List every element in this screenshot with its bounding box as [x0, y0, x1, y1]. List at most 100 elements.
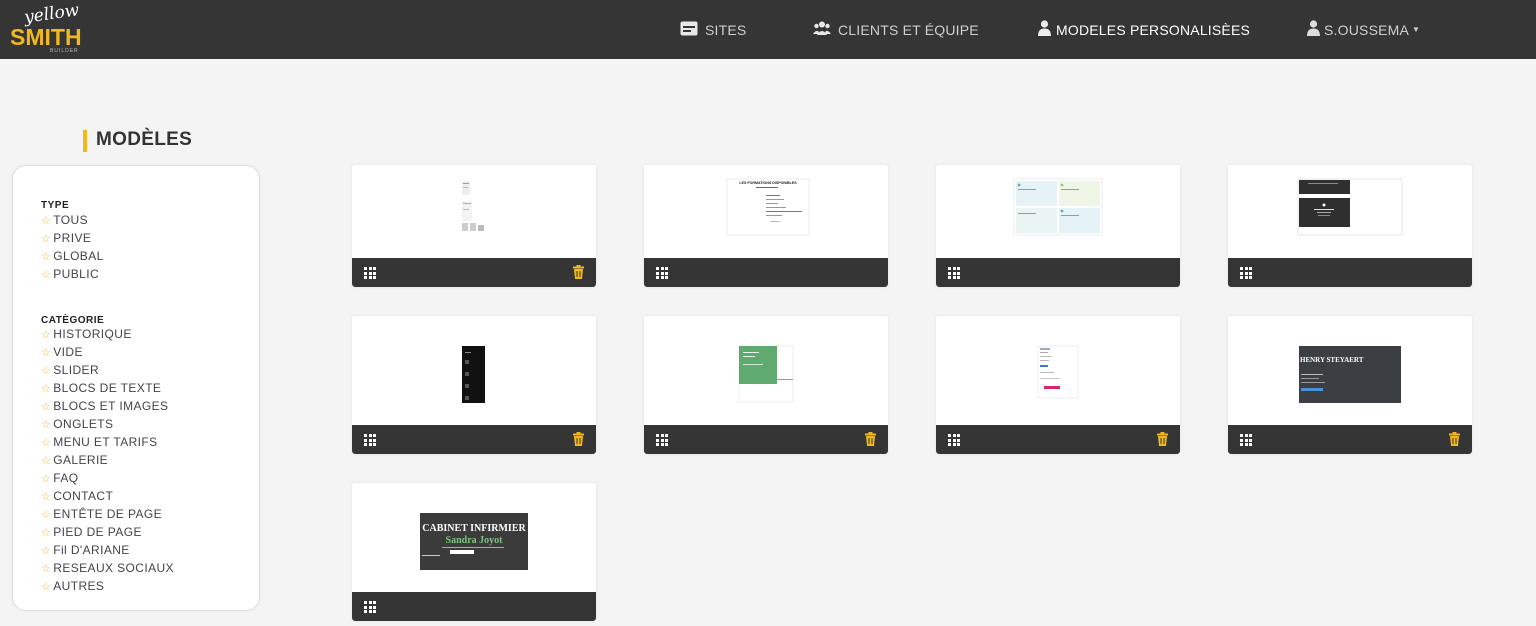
star-icon: ☆ [41, 269, 52, 281]
card-action-bar [936, 425, 1180, 454]
card-action-bar [352, 425, 596, 454]
template-title: CABINET INFIRMIER [422, 523, 526, 534]
filter-category-reseaux-sociaux[interactable]: ☆ RESEAUX SOCIAUX [41, 561, 174, 575]
card-action-bar [644, 425, 888, 454]
template-card[interactable]: LES FORMATIONS DISPONIBLES [644, 165, 888, 287]
template-card[interactable] [936, 165, 1180, 287]
grid-icon[interactable] [948, 434, 960, 446]
template-card[interactable] [644, 316, 888, 454]
star-icon: ☆ [41, 365, 52, 377]
user-name: S.OUSSEMA [1324, 21, 1410, 38]
grid-icon[interactable] [364, 434, 376, 446]
star-icon: ☆ [41, 329, 52, 341]
filter-category-vide[interactable]: ☆ VIDE [41, 345, 83, 359]
star-icon: ☆ [41, 455, 52, 467]
grid-icon[interactable] [948, 267, 960, 279]
filter-type-prive[interactable]: ☆ PRIVE [41, 231, 91, 245]
template-thumbnail[interactable] [936, 316, 1180, 425]
page-title: MODÈLES [96, 129, 193, 150]
star-icon: ☆ [41, 581, 52, 593]
template-thumbnail[interactable] [352, 165, 596, 258]
star-icon: ☆ [41, 419, 52, 431]
grid-icon[interactable] [1240, 267, 1252, 279]
card-action-bar [644, 258, 888, 287]
star-icon: ☆ [41, 401, 52, 413]
logo-sub: BUILDER [50, 48, 79, 54]
filter-category-blocs-et-images[interactable]: ☆ BLOCS ET IMAGES [41, 399, 168, 413]
nav-label-sites: SITES [705, 21, 747, 38]
trash-icon[interactable] [573, 265, 584, 279]
filter-category-historique[interactable]: ☆ HISTORIQUE [41, 327, 132, 341]
template-card[interactable] [352, 316, 596, 454]
filter-category-faq[interactable]: ☆ FAQ [41, 471, 78, 485]
filter-type-public[interactable]: ☆ PUBLIC [41, 267, 99, 281]
template-card[interactable] [936, 316, 1180, 454]
star-icon: ☆ [41, 437, 52, 449]
star-icon: ☆ [41, 527, 52, 539]
template-thumbnail[interactable] [1228, 165, 1472, 258]
top-navbar: yellow SMITH BUILDER SITES CLIENTS ET ÉQ… [0, 0, 1536, 59]
type-filter-title: TYPE [41, 200, 70, 211]
star-icon: ☆ [41, 473, 52, 485]
browser-icon [680, 21, 698, 39]
star-icon: ☆ [41, 545, 52, 557]
filter-category-menu-et-tarifs[interactable]: ☆ MENU ET TARIFS [41, 435, 158, 449]
nav-item-sites[interactable]: SITES [680, 0, 746, 59]
template-thumbnail[interactable] [352, 316, 596, 425]
filter-category-contact[interactable]: ☆ CONTACT [41, 489, 113, 503]
logo-brand: SMITH [10, 24, 82, 50]
trash-icon[interactable] [1157, 432, 1168, 446]
filter-category-blocs-de-texte[interactable]: ☆ BLOCS DE TEXTE [41, 381, 161, 395]
star-icon: ☆ [41, 215, 52, 227]
users-icon [813, 21, 831, 38]
filter-category-entete-de-page[interactable]: ☆ ENTÊTE DE PAGE [41, 507, 162, 521]
star-icon: ☆ [41, 383, 52, 395]
card-action-bar [352, 592, 596, 621]
title-accent-bar [83, 130, 87, 152]
template-card[interactable]: CABINET INFIRMIER Sandra Joyot [352, 483, 596, 621]
template-card[interactable] [352, 165, 596, 287]
template-name: Sandra Joyot [446, 535, 504, 546]
template-card[interactable] [1228, 165, 1472, 287]
filter-type-tous[interactable]: ☆ TOUS [41, 213, 88, 227]
user-icon [1307, 20, 1320, 39]
trash-icon[interactable] [573, 432, 584, 446]
trash-icon[interactable] [865, 432, 876, 446]
template-thumbnail[interactable]: CABINET INFIRMIER Sandra Joyot [352, 483, 596, 592]
grid-icon[interactable] [656, 434, 668, 446]
star-icon: ☆ [41, 251, 52, 263]
filter-category-slider[interactable]: ☆ SLIDER [41, 363, 99, 377]
template-heading: LES FORMATIONS DISPONIBLES [739, 181, 797, 185]
star-icon: ☆ [41, 509, 52, 521]
template-thumbnail[interactable]: LES FORMATIONS DISPONIBLES [644, 165, 888, 258]
filter-sidebar: TYPE ☆ TOUS ☆ PRIVE ☆ GLOBAL ☆ PUBLIC CATÈGO… [12, 165, 260, 611]
user-menu[interactable]: S.OUSSEMA ▼ [1307, 0, 1420, 59]
grid-icon[interactable] [364, 267, 376, 279]
grid-icon[interactable] [1240, 434, 1252, 446]
filter-type-global[interactable]: ☆ GLOBAL [41, 249, 104, 263]
filter-category-fil-d-ariane[interactable]: ☆ Fil D'ARIANE [41, 543, 130, 557]
template-thumbnail[interactable] [936, 165, 1180, 258]
filter-category-autres[interactable]: ☆ AUTRES [41, 579, 104, 593]
filter-category-onglets[interactable]: ☆ ONGLETS [41, 417, 113, 431]
star-icon: ☆ [41, 491, 52, 503]
template-thumbnail[interactable]: HENRY STEYAERT [1228, 316, 1472, 425]
user-icon [1038, 20, 1051, 39]
template-card[interactable]: HENRY STEYAERT [1228, 316, 1472, 454]
trash-icon[interactable] [1449, 432, 1460, 446]
nav-label-clients: CLIENTS ET ÉQUIPE [838, 21, 979, 38]
card-action-bar [936, 258, 1180, 287]
star-icon: ☆ [41, 233, 52, 245]
app-logo[interactable]: yellow SMITH BUILDER [10, 0, 90, 56]
filter-category-pied-de-page[interactable]: ☆ PIED DE PAGE [41, 525, 142, 539]
nav-item-modeles[interactable]: MODELES PERSONALISÈES [1038, 0, 1250, 59]
card-action-bar [1228, 425, 1472, 454]
grid-icon[interactable] [656, 267, 668, 279]
filter-category-galerie[interactable]: ☆ GALERIE [41, 453, 108, 467]
nav-item-clients[interactable]: CLIENTS ET ÉQUIPE [813, 0, 979, 59]
card-action-bar [1228, 258, 1472, 287]
star-icon: ☆ [41, 347, 52, 359]
template-thumbnail[interactable] [644, 316, 888, 425]
grid-icon[interactable] [364, 601, 376, 613]
nav-label-modeles: MODELES PERSONALISÈES [1056, 21, 1251, 38]
